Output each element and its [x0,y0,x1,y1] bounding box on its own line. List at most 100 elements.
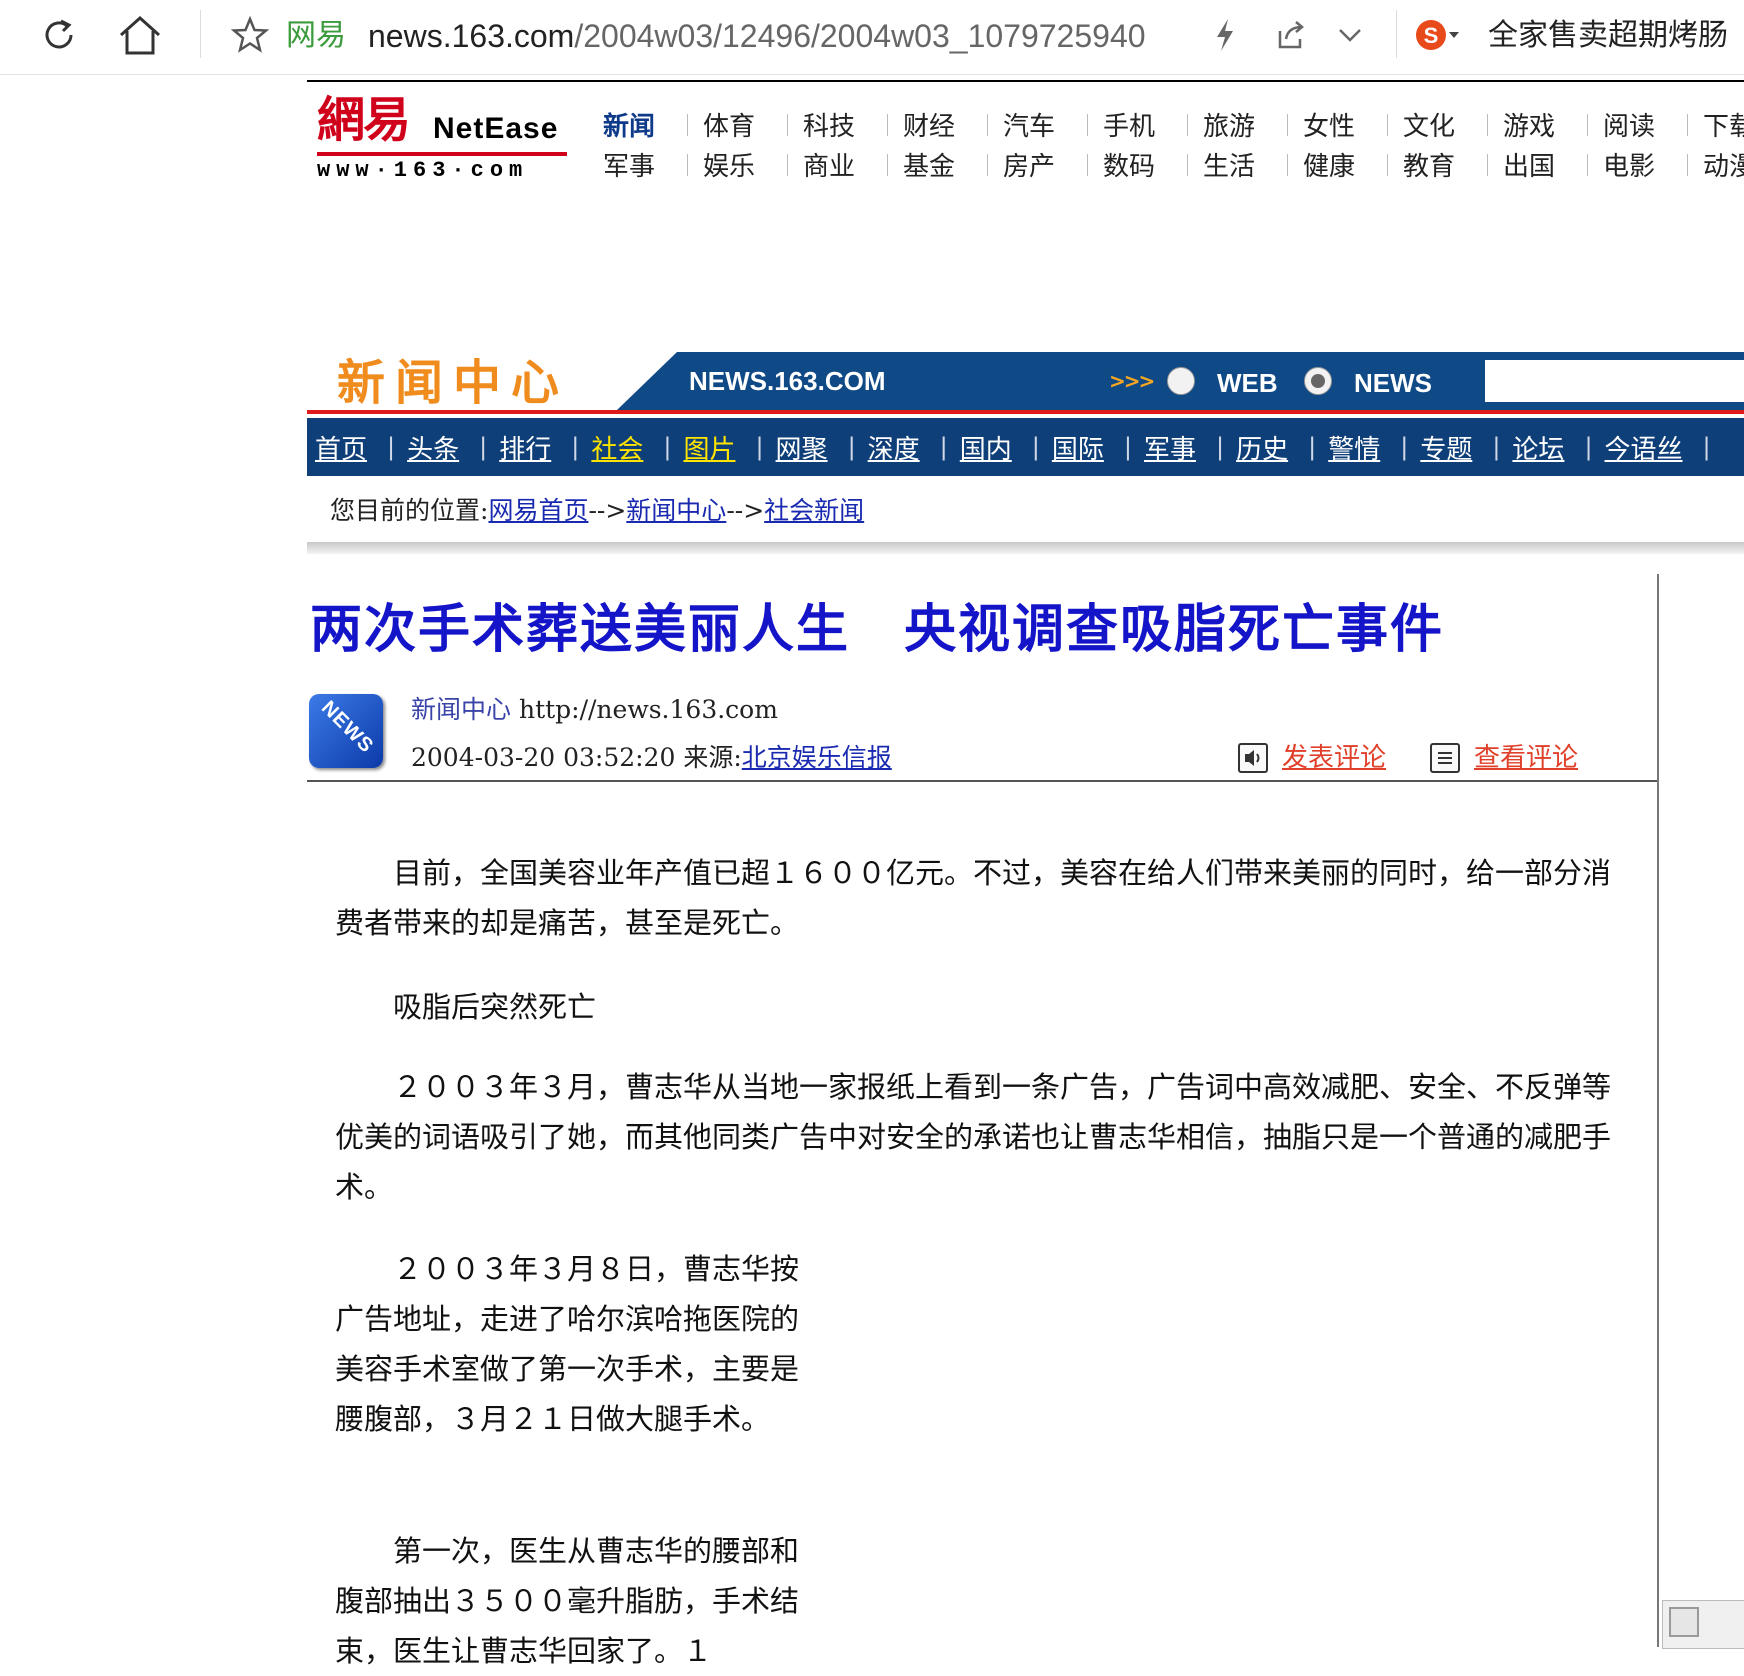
channel-link[interactable]: 国际 [1044,429,1120,466]
post-comment-action[interactable]: 发表评论 [1238,740,1386,776]
sogou-search-icon[interactable]: S [1412,10,1462,60]
channel-separator: | [1584,433,1593,461]
speaker-icon [1238,743,1268,773]
article-source-line: 新闻中心 http://news.163.com [411,692,778,728]
paragraph-text: 目前，全国美容业年产值已超１６００亿元。不过，美容在给人们带来美丽的同时，给一部… [335,856,1612,940]
article-datetime: 2004-03-20 03:52:20 [411,743,676,772]
view-comment-link[interactable]: 查看评论 [1474,740,1578,776]
channel-nav: 首页 | 头条 | 排行 | 社会 | 图片 | 网聚 | 深度 | 国内 | 国际 | 军事 | … [307,418,1744,476]
channel-separator: | [1031,433,1040,461]
channel-link[interactable]: 警情 [1320,429,1396,466]
channel-link[interactable]: 国内 [952,429,1028,466]
nav-link[interactable]: 基金 [887,146,997,183]
breadcrumb-link-newscenter[interactable]: 新闻中心 [626,496,726,525]
nav-link[interactable]: 房产 [987,146,1097,183]
breadcrumb-prefix: 您目前的位置: [330,496,489,525]
channel-link[interactable]: 专题 [1412,429,1488,466]
svg-text:S: S [1424,23,1439,48]
channel-link-social[interactable]: 社会 [583,429,659,466]
paragraph-text: ２００３年３月８日，曹志华按广告地址，走进了哈尔滨哈拖医院的美容手术室做了第一次… [335,1252,800,1436]
nav-link[interactable]: 健康 [1287,146,1397,183]
channel-separator: | [1400,433,1409,461]
nav-link[interactable]: 下载 [1687,106,1744,143]
nav-link[interactable]: 生活 [1187,146,1297,183]
logo-en: NetEase [433,112,559,145]
channel-link[interactable]: 首页 [307,429,383,466]
channel-link[interactable]: 网聚 [768,429,844,466]
post-comment-link[interactable]: 发表评论 [1282,740,1386,776]
channel-link[interactable]: 深度 [860,429,936,466]
radio-web-label: WEB [1217,368,1278,398]
channel-link[interactable]: 军事 [1136,429,1212,466]
url-host: news.163.com [368,18,575,54]
lightning-icon[interactable] [1210,10,1240,60]
article-paragraph: 第一次，医生从曹志华的腰部和腹部抽出３５００毫升脂肪，手术结束，医生让曹志华回家… [335,1526,810,1676]
article-paragraph: ２００３年３月，曹志华从当地一家报纸上看到一条广告，广告词中高效减肥、安全、不反… [335,1062,1627,1212]
home-icon[interactable] [112,10,168,60]
nav-link[interactable]: 体育 [687,106,797,143]
nav-link[interactable]: 阅读 [1587,106,1697,143]
news-center-title[interactable]: 新闻中心 [337,352,569,414]
channel-separator: | [387,433,396,461]
channel-link-photo[interactable]: 图片 [675,429,751,466]
nav-link[interactable]: 数码 [1087,146,1197,183]
origin-link[interactable]: 北京娱乐信报 [742,743,892,772]
nav-link[interactable]: 科技 [787,106,897,143]
channel-link[interactable]: 论坛 [1504,429,1580,466]
radio-web[interactable] [1167,367,1195,395]
nav-link[interactable]: 娱乐 [687,146,797,183]
news-search-input[interactable] [1485,360,1744,402]
channel-link[interactable]: 历史 [1228,429,1304,466]
address-bar[interactable]: news.163.com/2004w03/12496/2004w03_10797… [368,14,1168,58]
nav-link[interactable]: 财经 [887,106,997,143]
logo-www: www·163·com [317,158,529,183]
meta-rule [307,780,1657,782]
subheading-text: 吸脂后突然死亡 [335,990,597,1024]
channel-separator: | [939,433,948,461]
channel-link[interactable]: 头条 [399,429,475,466]
article-headline: 两次手术葬送美丽人生 央视调查吸脂死亡事件 [310,599,1445,660]
article-paragraph: ２００３年３月８日，曹志华按广告地址，走进了哈尔滨哈拖医院的美容手术室做了第一次… [335,1244,810,1444]
nav-link[interactable]: 商业 [787,146,897,183]
breadcrumb-link-social[interactable]: 社会新闻 [764,496,864,525]
star-icon[interactable] [228,10,272,60]
breadcrumb-shadow [307,542,1744,554]
channel-link[interactable]: 排行 [491,429,567,466]
nav-row-1: 新闻 体育 科技 财经 汽车 手机 旅游 女性 文化 游戏 阅读 下载 广 [597,104,1744,144]
channel-separator: | [1216,433,1225,461]
channel-separator: | [847,433,856,461]
netease-logo[interactable]: 網易 NetEase www·163·com [317,92,567,183]
nav-link[interactable]: 出国 [1487,146,1597,183]
reload-icon[interactable] [34,10,84,60]
channel-separator: | [1123,433,1132,461]
breadcrumb-link-home[interactable]: 网易首页 [488,496,588,525]
netease-channel-nav: 新闻 体育 科技 财经 汽车 手机 旅游 女性 文化 游戏 阅读 下载 广 军事… [597,104,1744,184]
nav-link[interactable]: 文化 [1387,106,1497,143]
channel-link[interactable]: 今语丝 [1597,429,1699,466]
source-name: 新闻中心 [411,695,512,724]
article-meta-line: 2004-03-20 03:52:20 来源:北京娱乐信报 [411,740,892,776]
nav-link[interactable]: 动漫 [1687,146,1744,183]
nav-link[interactable]: 军事 [597,146,697,183]
nav-link[interactable]: 手机 [1087,106,1197,143]
column-divider [1657,574,1659,1647]
nav-link[interactable]: 游戏 [1487,106,1597,143]
document-icon [1430,743,1460,773]
nav-link[interactable]: 教育 [1387,146,1497,183]
nav-row-2: 军事 娱乐 商业 基金 房产 数码 生活 健康 教育 出国 电影 动漫 上 [597,144,1744,184]
nav-link[interactable]: 汽车 [987,106,1097,143]
view-comment-action[interactable]: 查看评论 [1430,740,1578,776]
nav-link[interactable]: 女性 [1287,106,1397,143]
chevron-down-icon[interactable] [1330,10,1370,60]
radio-news[interactable] [1304,367,1332,395]
nav-link[interactable]: 电影 [1587,146,1697,183]
channel-separator: | [1492,433,1501,461]
share-icon[interactable] [1270,10,1310,60]
news-icon-label: NEWS [316,696,378,758]
search-suggestion[interactable]: 全家售卖超期烤肠 [1488,14,1728,58]
nav-link[interactable]: 旅游 [1187,106,1297,143]
nav-link[interactable]: 新闻 [597,106,697,143]
source-url: http://news.163.com [518,695,778,724]
browser-toolbar: 网易 news.163.com/2004w03/12496/2004w03_10… [0,0,1744,75]
article-paragraph: 目前，全国美容业年产值已超１６００亿元。不过，美容在给人们带来美丽的同时，给一部… [335,848,1627,948]
